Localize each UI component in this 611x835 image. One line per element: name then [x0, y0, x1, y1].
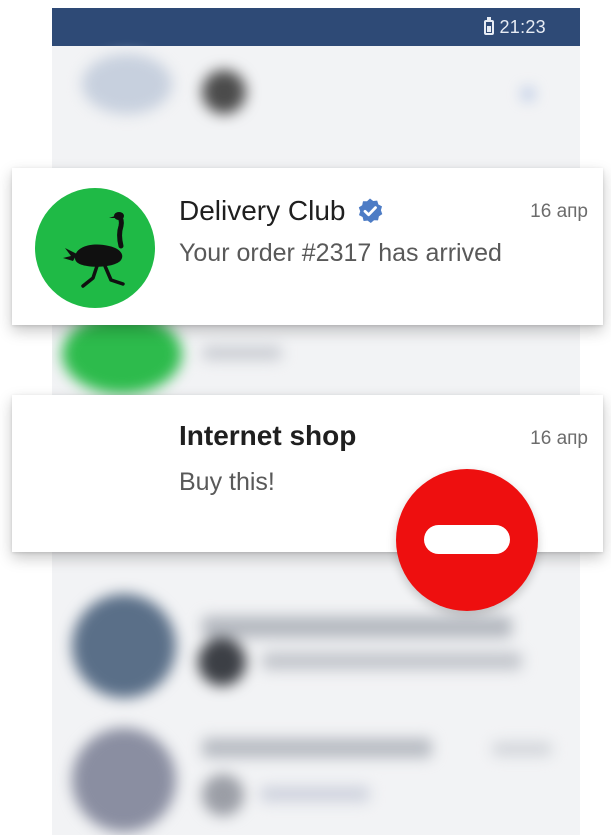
notification-delivery-club[interactable]: Delivery Club 16 апр Your order #2317 ha…: [12, 168, 603, 325]
sender-title: Delivery Club: [179, 195, 384, 227]
status-bar: 21:23: [52, 8, 580, 46]
blurred-text: [262, 652, 522, 670]
block-button[interactable]: [396, 469, 538, 611]
blurred-text: [202, 738, 432, 758]
blurred-text: [260, 786, 370, 802]
notification-message: Your order #2317 has arrived: [179, 239, 502, 267]
sender-title: Internet shop: [179, 420, 356, 452]
blurred-avatar: [198, 638, 246, 686]
status-time: 21:23: [499, 17, 546, 37]
sender-name: Delivery Club: [179, 195, 346, 226]
sender-name: Internet shop: [179, 420, 357, 451]
minus-icon: [424, 525, 510, 554]
notification-date: 16 апр: [530, 201, 588, 222]
notification-date: 16 апр: [530, 428, 588, 449]
blurred-avatar: [72, 594, 176, 698]
notification-message: Buy this!: [179, 468, 275, 496]
battery-icon: [484, 17, 495, 35]
blurred-avatar: [62, 314, 182, 394]
avatar: [35, 188, 155, 308]
blurred-text: [492, 742, 552, 756]
blurred-text: [202, 616, 512, 638]
blurred-avatar: [72, 728, 176, 832]
blurred-text: [202, 346, 282, 360]
blurred-avatar: [82, 54, 172, 114]
ostrich-icon: [63, 212, 125, 288]
blurred-avatar: [202, 70, 246, 114]
verified-icon: [358, 198, 382, 223]
screen: 21:23 Delivery Club 16 апр Your order #2…: [0, 0, 611, 835]
blurred-dot: [522, 88, 534, 100]
blurred-avatar: [202, 774, 244, 816]
status-content: 21:23: [484, 17, 546, 38]
